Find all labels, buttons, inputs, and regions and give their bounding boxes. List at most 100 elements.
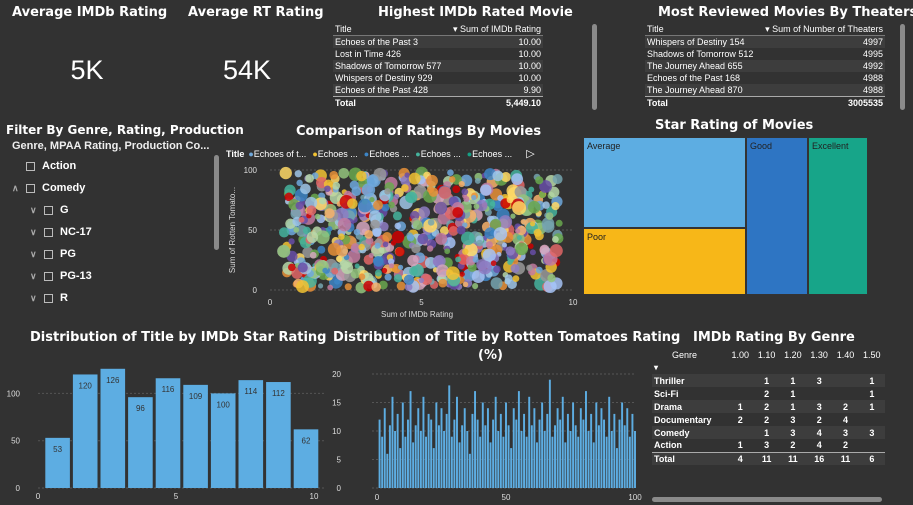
bar[interactable] <box>548 379 551 488</box>
scatter-point[interactable] <box>473 203 480 210</box>
col-title[interactable]: Title <box>335 22 352 35</box>
scatter-point[interactable] <box>412 220 423 230</box>
bar[interactable] <box>538 419 541 488</box>
scatter-point[interactable] <box>347 198 358 209</box>
filter-item-nc-17[interactable]: ∨ NC-17 <box>12 221 212 243</box>
bar[interactable] <box>533 408 536 488</box>
scatter-point[interactable] <box>296 280 309 294</box>
scatter-point[interactable] <box>288 263 296 272</box>
chevron-down-icon[interactable]: ∨ <box>30 205 40 216</box>
bar[interactable] <box>391 396 394 488</box>
scatter-chart[interactable]: Sum of Rotten Tomato... Sum of IMDb Ratin… <box>225 162 580 322</box>
bar[interactable] <box>458 442 461 488</box>
bar[interactable] <box>72 374 98 488</box>
scatter-point[interactable] <box>455 256 461 263</box>
bar[interactable] <box>615 448 618 488</box>
bar[interactable] <box>566 413 569 488</box>
scatter-point[interactable] <box>396 281 406 291</box>
legend-next-icon[interactable]: ▷ <box>526 147 534 160</box>
bar[interactable] <box>155 378 181 488</box>
bar[interactable] <box>394 431 397 488</box>
scatter-point[interactable] <box>418 277 425 284</box>
table-row[interactable]: Whispers of Destiny 154 4997 <box>645 36 885 48</box>
bar[interactable] <box>399 448 402 488</box>
scatter-point[interactable] <box>293 226 300 233</box>
bar[interactable] <box>600 408 603 488</box>
bar[interactable] <box>579 408 582 488</box>
bar[interactable] <box>541 402 544 489</box>
scatter-point[interactable] <box>515 242 528 256</box>
scatter-point[interactable] <box>507 259 513 265</box>
scatter-point[interactable] <box>547 274 556 283</box>
treemap[interactable]: Average Poor Good Excellent <box>583 137 868 295</box>
bar[interactable] <box>585 391 587 488</box>
bar[interactable] <box>406 419 409 488</box>
scatter-point[interactable] <box>552 235 559 243</box>
matrix-column-header[interactable]: 1.40 <box>832 348 858 361</box>
scatter-point[interactable] <box>374 242 381 249</box>
scatter-point[interactable] <box>435 232 448 245</box>
scatter-point[interactable] <box>427 219 435 226</box>
highest-table[interactable]: Title ▾ Sum of IMDb Rating Echoes of the… <box>333 22 543 110</box>
scatter-point[interactable] <box>506 196 514 204</box>
scatter-point[interactable] <box>358 198 372 213</box>
scatter-point[interactable] <box>417 233 429 245</box>
bar[interactable] <box>603 419 606 488</box>
bar[interactable] <box>497 431 500 488</box>
col-value[interactable]: ▾ Sum of IMDb Rating <box>453 22 541 35</box>
legend-item[interactable]: ●Echoes ... <box>415 149 460 159</box>
filter-item-pg[interactable]: ∨ PG <box>12 243 212 265</box>
rt-dist-chart[interactable]: 0 5 10 15 20 0 50 100 <box>325 362 645 505</box>
bar[interactable] <box>530 425 533 488</box>
scatter-point[interactable] <box>510 213 516 219</box>
scatter-point[interactable] <box>480 184 492 196</box>
bar[interactable] <box>523 413 526 488</box>
scatter-point[interactable] <box>351 186 362 197</box>
bar[interactable] <box>474 391 477 488</box>
table-header[interactable]: Title ▾ Sum of IMDb Rating <box>333 22 543 36</box>
scatter-point[interactable] <box>306 205 317 216</box>
scatter-point[interactable] <box>401 184 409 192</box>
legend-item[interactable]: ●Echoes ... <box>364 149 409 159</box>
bar[interactable] <box>461 425 464 488</box>
scatter-point[interactable] <box>478 260 492 275</box>
scatter-point[interactable] <box>366 174 379 187</box>
bar[interactable] <box>425 436 427 488</box>
filter-item-g[interactable]: ∨ G <box>12 199 212 221</box>
scatter-point[interactable] <box>426 185 434 193</box>
scatter-point[interactable] <box>452 185 461 194</box>
bar[interactable] <box>499 413 502 488</box>
bar[interactable] <box>388 425 391 488</box>
bar[interactable] <box>577 436 580 488</box>
scatter-point[interactable] <box>295 201 304 210</box>
scatter-point[interactable] <box>327 226 333 232</box>
scatter-point[interactable] <box>529 221 536 227</box>
scatter-point[interactable] <box>456 225 466 235</box>
scatter-point[interactable] <box>353 228 361 236</box>
scatter-point[interactable] <box>408 172 421 185</box>
filter-item-r[interactable]: ∨ R <box>12 287 212 309</box>
bar[interactable] <box>427 413 430 488</box>
scatter-point[interactable] <box>542 201 550 209</box>
scatter-point[interactable] <box>472 283 479 290</box>
bar[interactable] <box>456 396 458 488</box>
treemap-cell-average[interactable]: Average <box>583 137 746 228</box>
scatter-point[interactable] <box>358 243 365 251</box>
bar[interactable] <box>512 408 515 488</box>
bar[interactable] <box>486 408 489 488</box>
bar[interactable] <box>409 391 412 488</box>
scatter-point[interactable] <box>492 170 504 182</box>
checkbox[interactable] <box>26 183 35 193</box>
table-row[interactable]: The Journey Ahead 655 4992 <box>645 60 885 72</box>
bar[interactable] <box>621 402 624 489</box>
bar[interactable] <box>556 408 559 488</box>
scatter-point[interactable] <box>354 263 360 269</box>
bar[interactable] <box>383 408 386 488</box>
bar[interactable] <box>564 442 567 488</box>
scatter-point[interactable] <box>458 181 465 188</box>
scatter-point[interactable] <box>384 273 392 281</box>
scatter-point[interactable] <box>474 177 481 184</box>
scatter-point[interactable] <box>438 186 452 199</box>
bar[interactable] <box>437 425 440 488</box>
scatter-point[interactable] <box>278 227 290 238</box>
